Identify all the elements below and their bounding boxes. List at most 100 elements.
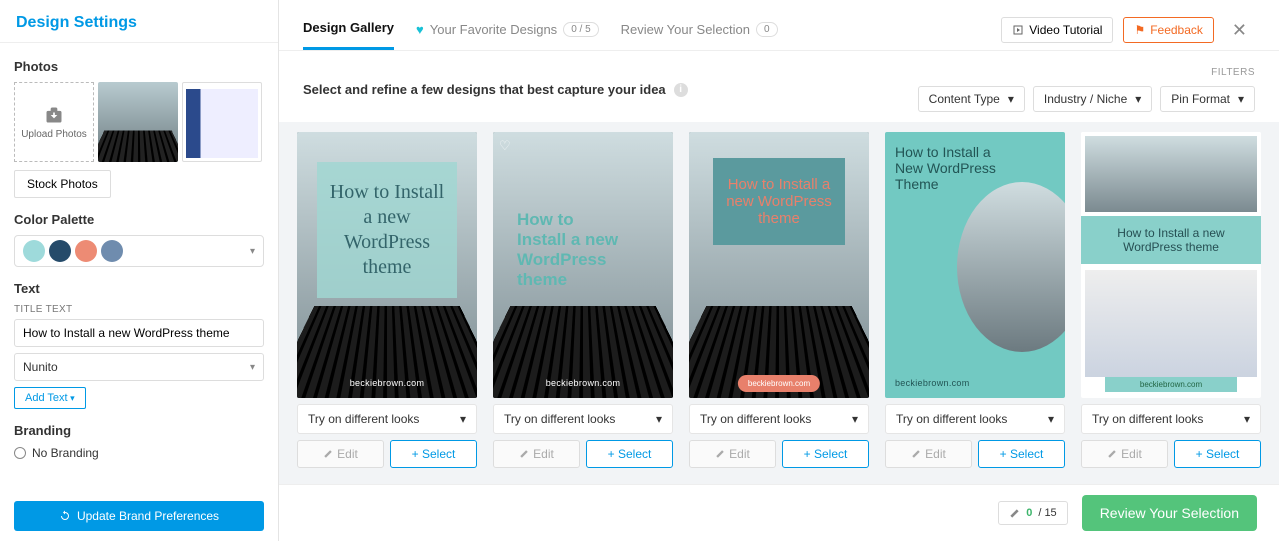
design-title: How to Install a New WordPress Theme xyxy=(895,144,1005,192)
edit-button[interactable]: Edit xyxy=(885,440,972,468)
text-label: Text xyxy=(14,281,264,296)
try-looks-dropdown[interactable]: Try on different looks▾ xyxy=(885,404,1065,434)
palette-select[interactable]: ▾ xyxy=(14,235,264,267)
select-button[interactable]: + Select xyxy=(978,440,1065,468)
add-text-button[interactable]: Add Text xyxy=(14,387,86,409)
bottombar: 0 / 15 Review Your Selection xyxy=(279,484,1279,541)
play-icon xyxy=(1012,24,1024,36)
tab-review-label: Review Your Selection xyxy=(621,22,750,37)
photo-thumb-1[interactable] xyxy=(98,82,178,162)
heart-icon[interactable]: ♡ xyxy=(499,138,511,154)
fav-count-badge: 0 / 5 xyxy=(563,22,598,37)
topbar: Design Gallery ♥ Your Favorite Designs 0… xyxy=(279,0,1279,51)
try-looks-dropdown[interactable]: Try on different looks▾ xyxy=(689,404,869,434)
filters: FILTERS Content Type▾ Industry / Niche▾ … xyxy=(918,67,1255,112)
chevron-down-icon: ▾ xyxy=(852,412,858,426)
design-title: How to Install a new WordPress theme xyxy=(507,192,633,308)
photo-thumb-2[interactable] xyxy=(182,82,262,162)
upload-photos-button[interactable]: Upload Photos xyxy=(14,82,94,162)
pencil-icon xyxy=(323,449,333,459)
tab-favorite-designs[interactable]: ♥ Your Favorite Designs 0 / 5 xyxy=(416,12,599,49)
font-select[interactable]: Nunito ▾ xyxy=(14,353,264,381)
design-card: How to Install a New WordPress Theme bec… xyxy=(885,132,1065,468)
upload-icon xyxy=(44,105,64,125)
edit-button[interactable]: Edit xyxy=(1081,440,1168,468)
no-branding-radio[interactable]: No Branding xyxy=(14,446,264,460)
feedback-button[interactable]: ⚑ Feedback xyxy=(1123,17,1213,43)
select-button[interactable]: + Select xyxy=(782,440,869,468)
refresh-icon xyxy=(59,510,71,522)
design-brand: beckiebrown.com xyxy=(738,375,820,392)
photos-label: Photos xyxy=(14,59,264,74)
filter-industry[interactable]: Industry / Niche▾ xyxy=(1033,86,1152,112)
filter-pin-format[interactable]: Pin Format▾ xyxy=(1160,86,1255,112)
tab-review-selection[interactable]: Review Your Selection 0 xyxy=(621,12,778,49)
design-preview[interactable]: How to Install a New WordPress Theme bec… xyxy=(885,132,1065,398)
upload-label: Upload Photos xyxy=(21,129,87,140)
chevron-down-icon: ▾ xyxy=(1135,92,1141,106)
select-button[interactable]: + Select xyxy=(1174,440,1261,468)
try-looks-dropdown[interactable]: Try on different looks▾ xyxy=(297,404,477,434)
edit-button[interactable]: Edit xyxy=(689,440,776,468)
sidebar-footer: Update Brand Preferences xyxy=(0,491,278,541)
title-text-input[interactable] xyxy=(14,319,264,347)
video-label: Video Tutorial xyxy=(1029,23,1102,37)
review-count-badge: 0 xyxy=(756,22,778,37)
try-looks-dropdown[interactable]: Try on different looks▾ xyxy=(1081,404,1261,434)
chevron-down-icon: ▾ xyxy=(1008,92,1014,106)
design-title: How to Install a new WordPress theme xyxy=(713,158,845,245)
close-icon[interactable]: ✕ xyxy=(1224,16,1255,45)
topbar-right: Video Tutorial ⚑ Feedback ✕ xyxy=(1001,16,1255,45)
design-card: How to Install a new WordPress theme bec… xyxy=(297,132,477,468)
pencil-icon xyxy=(1009,508,1020,519)
pencil-icon xyxy=(1107,449,1117,459)
select-button[interactable]: + Select xyxy=(586,440,673,468)
sidebar-body: Photos Upload Photos Stock Photos Color … xyxy=(0,43,278,491)
update-brand-button[interactable]: Update Brand Preferences xyxy=(14,501,264,531)
tab-design-gallery[interactable]: Design Gallery xyxy=(303,10,394,50)
design-card: How to Install a new WordPress theme bec… xyxy=(689,132,869,468)
edit-button[interactable]: Edit xyxy=(297,440,384,468)
swatch-4 xyxy=(101,240,123,262)
subhead: Select and refine a few designs that bes… xyxy=(279,51,1279,122)
design-card: ♡ How to Install a new WordPress theme b… xyxy=(493,132,673,468)
chevron-down-icon: ▾ xyxy=(1238,92,1244,106)
chevron-down-icon: ▾ xyxy=(250,246,255,257)
title-text-label: TITLE TEXT xyxy=(14,304,264,315)
main: Design Gallery ♥ Your Favorite Designs 0… xyxy=(279,0,1279,541)
try-looks-dropdown[interactable]: Try on different looks▾ xyxy=(493,404,673,434)
design-brand: beckiebrown.com xyxy=(1105,377,1237,392)
subhead-label: Select and refine a few designs that bes… xyxy=(303,82,666,97)
design-card: How to Install a new WordPress theme bec… xyxy=(1081,132,1261,468)
design-preview[interactable]: How to Install a new WordPress theme bec… xyxy=(297,132,477,398)
photo-row: Upload Photos xyxy=(14,82,264,162)
selection-count: 0 / 15 xyxy=(998,501,1067,525)
no-branding-label: No Branding xyxy=(32,446,99,460)
filter-row: Content Type▾ Industry / Niche▾ Pin Form… xyxy=(918,86,1255,112)
design-title: How to Install a new WordPress theme xyxy=(317,162,457,298)
sidebar: Design Settings Photos Upload Photos Sto… xyxy=(0,0,279,541)
pencil-icon xyxy=(519,449,529,459)
design-preview[interactable]: ♡ How to Install a new WordPress theme b… xyxy=(493,132,673,398)
gallery-scroll[interactable]: How to Install a new WordPress theme bec… xyxy=(279,122,1279,484)
design-preview[interactable]: How to Install a new WordPress theme bec… xyxy=(689,132,869,398)
update-brand-label: Update Brand Preferences xyxy=(77,509,219,523)
palette-label: Color Palette xyxy=(14,212,264,227)
info-icon[interactable]: i xyxy=(674,83,688,97)
sidebar-title: Design Settings xyxy=(0,0,278,43)
edit-button[interactable]: Edit xyxy=(493,440,580,468)
design-brand: beckiebrown.com xyxy=(297,378,477,388)
count-current: 0 xyxy=(1026,507,1032,519)
font-value: Nunito xyxy=(23,360,58,374)
select-button[interactable]: + Select xyxy=(390,440,477,468)
count-total: / 15 xyxy=(1038,507,1056,519)
gallery: How to Install a new WordPress theme bec… xyxy=(297,132,1261,468)
review-selection-button[interactable]: Review Your Selection xyxy=(1082,495,1257,531)
video-tutorial-button[interactable]: Video Tutorial xyxy=(1001,17,1113,43)
chevron-down-icon: ▾ xyxy=(1048,412,1054,426)
swatch-1 xyxy=(23,240,45,262)
stock-photos-button[interactable]: Stock Photos xyxy=(14,170,111,198)
design-preview[interactable]: How to Install a new WordPress theme bec… xyxy=(1081,132,1261,398)
filter-content-type[interactable]: Content Type▾ xyxy=(918,86,1025,112)
filters-label: FILTERS xyxy=(1211,67,1255,78)
